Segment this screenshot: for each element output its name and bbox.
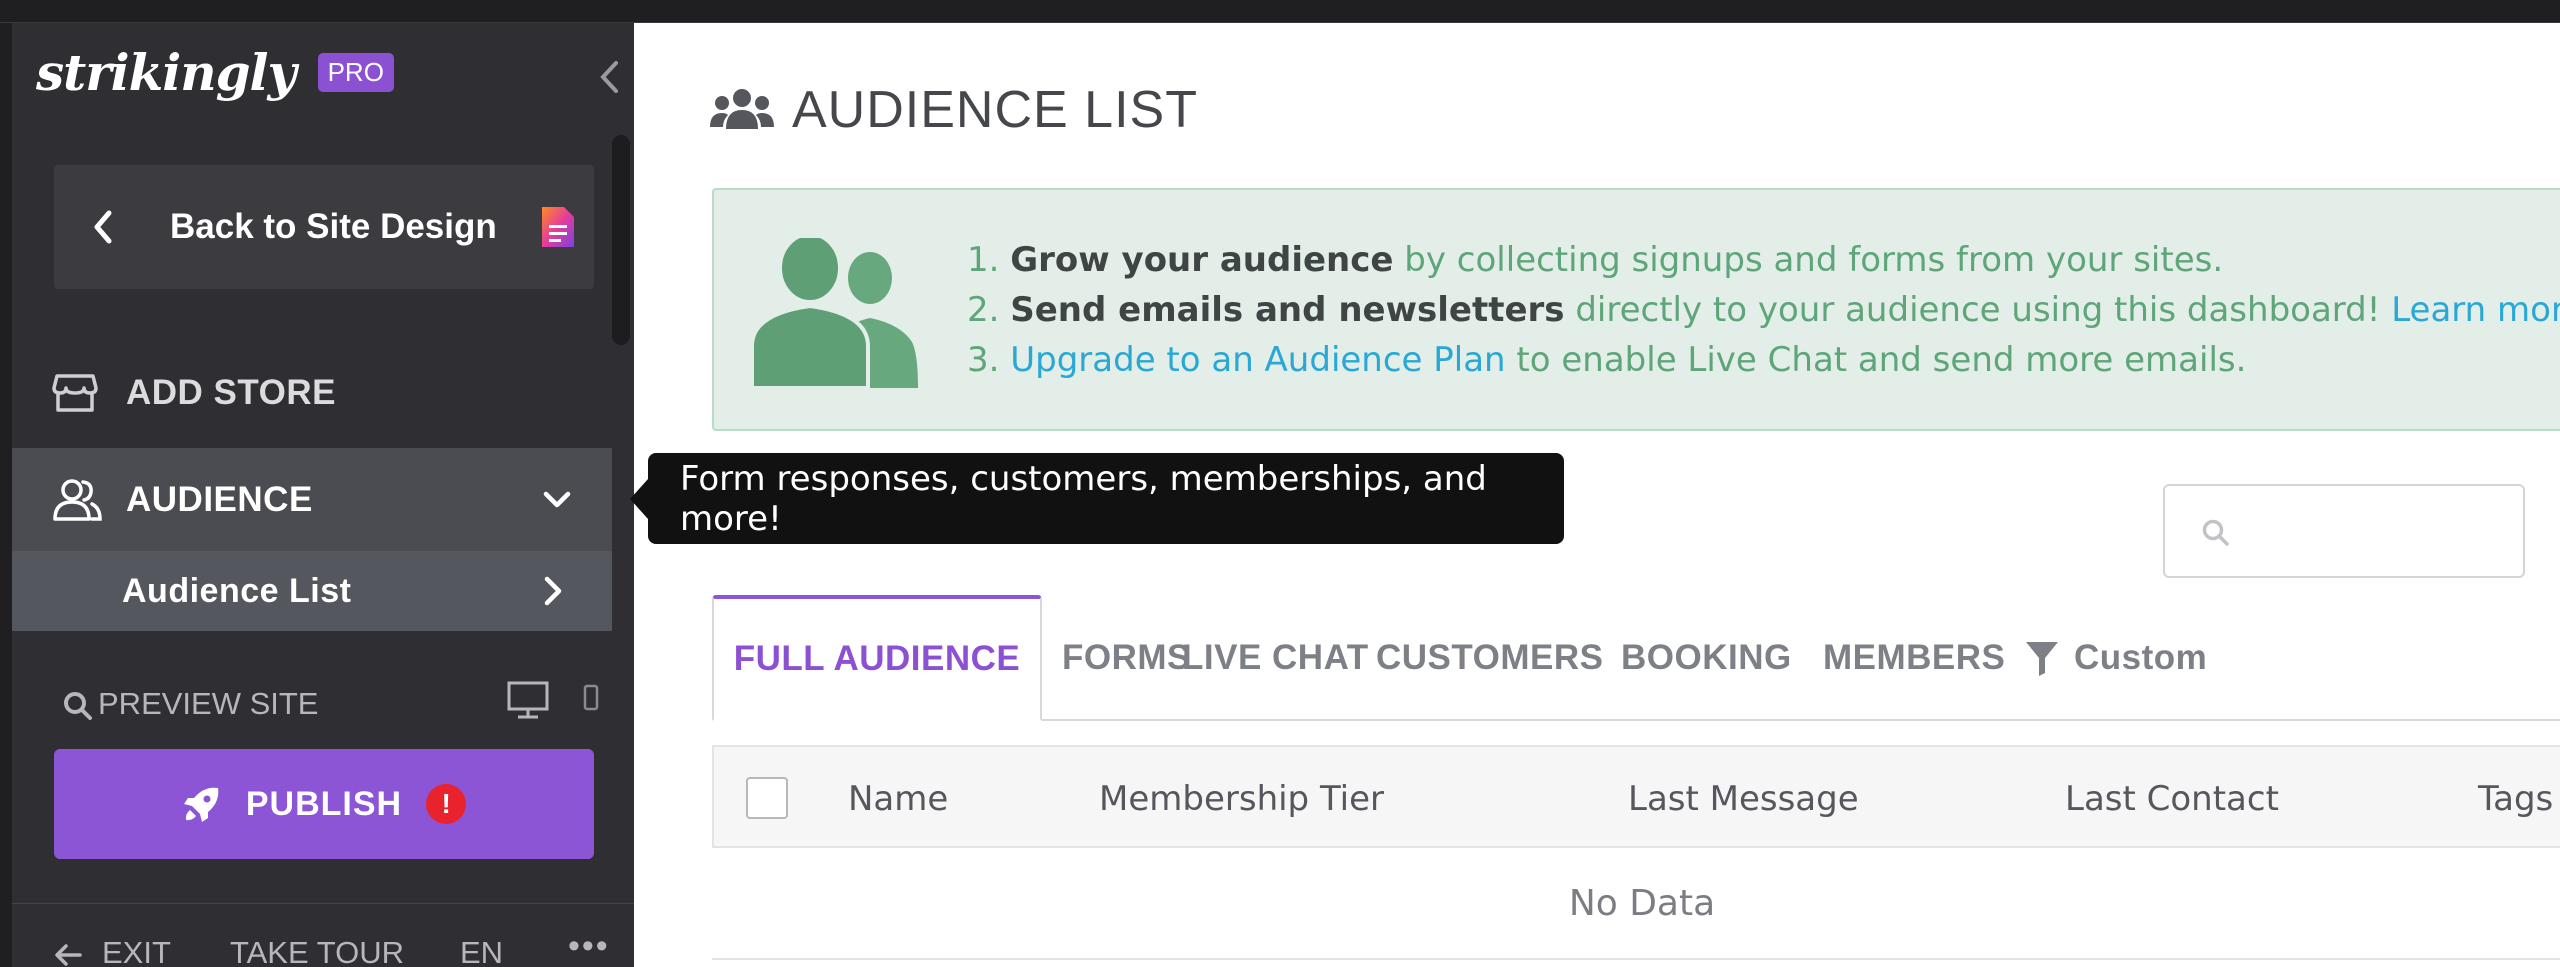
learn-more-link[interactable]: Learn more. xyxy=(2391,290,2560,330)
pro-badge: PRO xyxy=(317,52,394,92)
tab-live-chat[interactable]: LIVE CHAT xyxy=(1182,595,1369,721)
top-bar xyxy=(0,0,2560,23)
search-input[interactable] xyxy=(2245,506,2505,558)
take-tour-link[interactable]: TAKE TOUR xyxy=(230,935,404,967)
chevron-down-icon xyxy=(543,491,571,507)
search-icon[interactable] xyxy=(62,690,94,722)
sidebar-footer: EXIT TAKE TOUR EN ••• xyxy=(52,927,612,967)
users-icon xyxy=(710,89,774,129)
back-to-site-design-button[interactable]: Back to Site Design xyxy=(54,165,594,289)
arrow-left-icon[interactable] xyxy=(52,941,84,967)
col-last-message[interactable]: Last Message xyxy=(1628,779,1859,819)
mobile-icon[interactable] xyxy=(582,684,600,712)
users-icon xyxy=(53,478,102,521)
sidebar-item-audience-list[interactable]: Audience List xyxy=(12,551,612,631)
info-banner: 1. Grow your audience by collecting sign… xyxy=(712,188,2560,431)
tab-full-audience[interactable]: FULL AUDIENCE xyxy=(712,595,1042,721)
select-all-checkbox[interactable] xyxy=(746,777,788,819)
custom-tab-label: Custom xyxy=(2074,638,2208,677)
table-header: Name Membership Tier Last Message Last C… xyxy=(712,745,2560,848)
tab-booking[interactable]: BOOKING xyxy=(1621,595,1792,721)
app-window: strikingly PRO Back to Site Design ADD S… xyxy=(0,0,2560,967)
people-icon xyxy=(752,238,918,388)
audience-tooltip: Form responses, customers, memberships, … xyxy=(630,453,1564,544)
chevron-right-icon xyxy=(544,576,562,606)
document-icon xyxy=(542,207,574,247)
upgrade-plan-link[interactable]: Upgrade to an Audience Plan xyxy=(1010,340,1505,380)
publish-button[interactable]: PUBLISH ! xyxy=(54,749,594,859)
more-options-button[interactable]: ••• xyxy=(568,927,610,966)
brand: strikingly PRO xyxy=(36,43,394,102)
filter-icon xyxy=(2026,642,2058,676)
rocket-icon xyxy=(183,787,219,822)
sidebar: strikingly PRO Back to Site Design ADD S… xyxy=(12,23,634,967)
sidebar-item-audience[interactable]: AUDIENCE xyxy=(12,448,612,551)
tab-custom[interactable]: Custom xyxy=(2024,595,2207,721)
preview-site-row: PREVIEW SITE xyxy=(54,678,614,728)
sidebar-scrollbar[interactable] xyxy=(612,135,630,345)
col-last-contact[interactable]: Last Contact xyxy=(2065,779,2279,819)
col-tags[interactable]: Tags xyxy=(2478,779,2553,819)
page-title: AUDIENCE LIST xyxy=(710,75,1198,145)
tab-members[interactable]: MEMBERS xyxy=(1823,595,2005,721)
audience-label: AUDIENCE xyxy=(126,479,313,519)
store-icon xyxy=(52,374,98,412)
chevron-left-icon xyxy=(94,210,112,244)
chevron-left-icon xyxy=(600,61,618,93)
col-name[interactable]: Name xyxy=(848,779,948,819)
banner-steps: 1. Grow your audience by collecting sign… xyxy=(967,235,2560,385)
desktop-icon[interactable] xyxy=(506,680,550,720)
search-icon xyxy=(2202,519,2229,546)
col-membership-tier[interactable]: Membership Tier xyxy=(1099,779,1384,819)
publish-label: PUBLISH xyxy=(245,784,403,823)
add-store-label: ADD STORE xyxy=(126,373,336,412)
audience-list-label: Audience List xyxy=(122,571,352,610)
tooltip-text: Form responses, customers, memberships, … xyxy=(680,458,1487,539)
step-2: 2. Send emails and newsletters directly … xyxy=(967,285,2560,335)
tooltip-arrow xyxy=(630,479,648,519)
search-box[interactable] xyxy=(2163,484,2525,578)
tab-customers[interactable]: CUSTOMERS xyxy=(1376,595,1604,721)
exit-link[interactable]: EXIT xyxy=(102,935,171,967)
sidebar-item-add-store[interactable]: ADD STORE xyxy=(12,353,612,433)
step-1: 1. Grow your audience by collecting sign… xyxy=(967,240,2224,280)
back-label: Back to Site Design xyxy=(170,207,497,246)
language-selector[interactable]: EN xyxy=(460,935,503,967)
tab-forms[interactable]: FORMS xyxy=(1062,595,1191,721)
collapse-sidebar-button[interactable] xyxy=(596,57,622,97)
step-3: 3. Upgrade to an Audience Plan to enable… xyxy=(967,340,2247,380)
footer-divider xyxy=(12,903,634,904)
preview-site-link[interactable]: PREVIEW SITE xyxy=(98,686,318,722)
publish-alert-badge: ! xyxy=(426,784,467,824)
page-title-text: AUDIENCE LIST xyxy=(792,81,1198,139)
empty-state: No Data xyxy=(712,848,2560,960)
audience-tabs: FULL AUDIENCE FORMS LIVE CHAT CUSTOMERS … xyxy=(712,595,2560,721)
logo[interactable]: strikingly xyxy=(36,43,297,102)
